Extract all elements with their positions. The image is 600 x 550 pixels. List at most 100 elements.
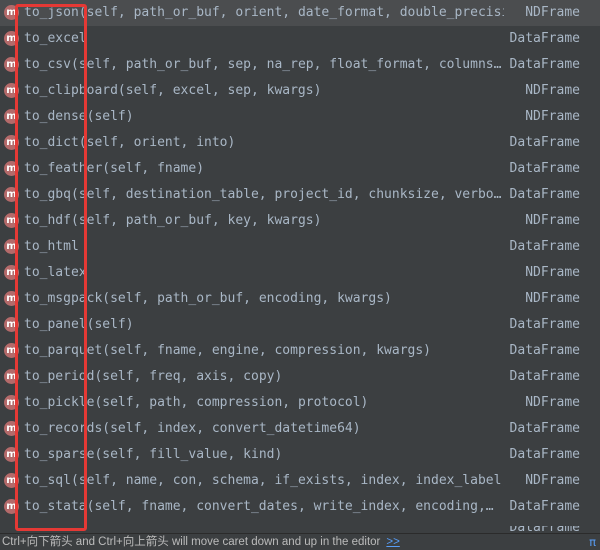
completion-item[interactable]: m to_dense(self) NDFrame [0,104,600,130]
completion-item[interactable]: m to_feather(self, fname) DataFrame [0,156,600,182]
method-icon: m [4,239,19,254]
completion-item[interactable]: m to_panel(self) DataFrame [0,312,600,338]
completion-item[interactable]: m to_csv(self, path_or_buf, sep, na_rep, … [0,52,600,78]
completion-item[interactable]: m to_hdf(self, path_or_buf, key, kwargs) N… [0,208,600,234]
method-signature: to_msgpack(self, path_or_buf, encoding, … [24,286,504,312]
more-link[interactable]: >> [386,536,399,548]
return-type: NDFrame [525,83,580,98]
method-name: to_html [24,239,79,254]
method-params: (self, fname) [102,161,205,176]
return-type: NDFrame [525,213,580,228]
return-type: NDFrame [525,265,580,280]
method-signature: to_excel [24,26,504,52]
method-icon: m [4,161,19,176]
method-name: to_latex [24,265,87,280]
method-name: to_sparse [24,447,95,462]
method-params: (self, path, compression, protocol) [94,395,369,410]
completion-item[interactable]: m to_period(self, freq, axis, copy) DataFr… [0,364,600,390]
method-icon: m [4,83,19,98]
return-type: DataFrame [509,369,580,384]
method-params: (self, destination_table, project_id, ch… [70,187,502,202]
method-params: (self, orient, into) [78,135,236,150]
method-params: (self, path_or_buf, encoding, kwargs) [102,291,392,306]
return-type: NDFrame [525,395,580,410]
method-name: to_panel [24,317,87,332]
completion-item[interactable]: m to_records(self, index, convert_datetim… [0,416,600,442]
method-name: to_dict [24,135,79,150]
method-params: (self, fname, convert_dates, write_index… [86,499,494,514]
completion-item[interactable]: m to_msgpack(self, path_or_buf, encoding,… [0,286,600,312]
return-type: NDFrame [525,5,580,20]
completion-item[interactable]: m to_stata(self, fname, convert_dates, wr… [0,494,600,520]
completion-item[interactable]: m to_json(self, path_or_buf, orient, date… [0,0,600,26]
method-icon: m [4,421,19,436]
completion-item[interactable]: m to_sparse(self, fill_value, kind) DataFr… [0,442,600,468]
method-signature: to_records(self, index, convert_datetime… [24,416,504,442]
completion-item-partial: DataFrame [0,526,600,533]
method-signature: to_latex [24,260,504,286]
method-signature: to_feather(self, fname) [24,156,504,182]
method-icon: m [4,369,19,384]
completion-item[interactable]: m to_sql(self, name, con, schema, if_exis… [0,468,600,494]
return-type: DataFrame [509,31,580,46]
method-icon: m [4,109,19,124]
completion-item[interactable]: m to_html DataFrame [0,234,600,260]
return-type: DataFrame [509,239,580,254]
method-params: (self, excel, sep, kwargs) [117,83,322,98]
method-icon: m [4,291,19,306]
return-type: NDFrame [525,291,580,306]
method-signature: to_html [24,234,504,260]
completion-item[interactable]: m to_clipboard(self, excel, sep, kwargs) N… [0,78,600,104]
method-signature: to_dict(self, orient, into) [24,130,504,156]
method-icon: m [4,473,19,488]
pi-icon[interactable]: π [589,534,596,550]
method-name: to_stata [24,499,87,514]
method-params: (self) [86,109,134,124]
completion-item[interactable]: m to_latex NDFrame [0,260,600,286]
method-icon: m [4,213,19,228]
return-type: NDFrame [525,473,580,488]
method-name: to_gbq [24,187,71,202]
method-signature: to_pickle(self, path, compression, proto… [24,390,504,416]
method-name: to_hdf [24,213,71,228]
method-signature: to_sql(self, name, con, schema, if_exist… [24,468,504,494]
method-icon: m [4,395,19,410]
completion-item[interactable]: m to_gbq(self, destination_table, project… [0,182,600,208]
method-signature: to_gbq(self, destination_table, project_… [24,182,504,208]
method-icon: m [4,5,19,20]
method-name: to_msgpack [24,291,103,306]
partial-return-type: DataFrame [510,526,580,533]
completion-item[interactable]: m to_parquet(self, fname, engine, compres… [0,338,600,364]
method-signature: to_dense(self) [24,104,504,130]
return-type: DataFrame [509,421,580,436]
return-type: NDFrame [525,109,580,124]
method-name: to_parquet [24,343,103,358]
method-name: to_clipboard [24,83,118,98]
method-name: to_dense [24,109,87,124]
return-type: DataFrame [509,135,580,150]
method-name: to_pickle [24,395,95,410]
method-params: (self, path_or_buf, key, kwargs) [70,213,322,228]
method-params: (self, index, convert_datetime64) [102,421,361,436]
return-type: DataFrame [509,447,580,462]
method-icon: m [4,187,19,202]
method-params: (self, name, con, schema, if_exists, ind… [70,473,504,488]
method-params: (self, fill_value, kind) [94,447,283,462]
completion-item[interactable]: m to_excel DataFrame [0,26,600,52]
method-name: to_sql [24,473,71,488]
method-icon: m [4,499,19,514]
method-signature: to_json(self, path_or_buf, orient, date_… [24,0,504,26]
method-signature: to_clipboard(self, excel, sep, kwargs) [24,78,504,104]
completion-footer: Ctrl+向下箭头 and Ctrl+向上箭头 will move caret … [0,533,600,549]
completion-item[interactable]: m to_pickle(self, path, compression, prot… [0,390,600,416]
method-params: (self, path_or_buf, sep, na_rep, float_f… [70,57,502,72]
completion-item[interactable]: m to_dict(self, orient, into) DataFrame [0,130,600,156]
return-type: DataFrame [509,343,580,358]
completion-popup: m to_json(self, path_or_buf, orient, date… [0,0,600,533]
return-type: DataFrame [509,187,580,202]
method-params: (self, fname, engine, compression, kwarg… [102,343,432,358]
method-signature: to_stata(self, fname, convert_dates, wri… [24,494,504,520]
method-icon: m [4,447,19,462]
method-name: to_csv [24,57,71,72]
method-icon: m [4,135,19,150]
